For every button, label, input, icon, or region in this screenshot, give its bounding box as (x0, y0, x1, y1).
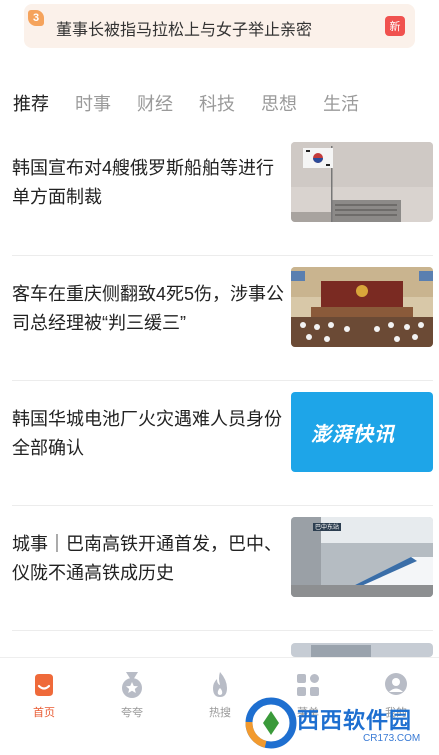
news-title[interactable]: 客车在重庆侧翻致4死5伤，涉事公司总经理被“判三缓三” (12, 280, 286, 338)
hot-rank-badge: 3 (28, 10, 44, 26)
news-title[interactable]: 韩国华城电池厂火灾遇难人员身份全部确认 (12, 405, 286, 463)
tab-technology[interactable]: 科技 (199, 92, 235, 118)
station-sign: 巴中东站 (315, 525, 340, 531)
medal-icon (117, 670, 147, 700)
divider (12, 630, 433, 631)
hot-search-banner[interactable]: 3 董事长被指马拉松上与女子举止亲密 新 (24, 4, 415, 48)
profile-icon (381, 670, 411, 700)
tab-recommend[interactable]: 推荐 (13, 92, 49, 118)
watermark-logo: 西西软件园 CR173.COM (245, 697, 435, 749)
tab-current-affairs[interactable]: 时事 (75, 92, 111, 118)
news-thumbnail-partial[interactable] (291, 643, 433, 657)
nav-label: 首页 (33, 707, 55, 719)
watermark-emblem-icon (245, 697, 297, 749)
news-thumbnail-flag-building[interactable] (291, 142, 433, 222)
thumbnail-logo-text: 澎湃快讯 (311, 424, 395, 446)
news-item[interactable]: 客车在重庆侧翻致4死5伤，涉事公司总经理被“判三缓三” (0, 267, 439, 393)
divider (12, 505, 433, 506)
nav-kuakua[interactable]: 夸夸 (102, 670, 162, 720)
new-badge: 新 (385, 16, 405, 36)
news-title[interactable]: 韩国宣布对4艘俄罗斯船舶等进行单方面制裁 (12, 154, 286, 212)
news-item[interactable]: 城事｜巴南高铁开通首发，巴中、仪陇不通高铁成历史 巴中东站 (0, 517, 439, 643)
category-tabs: 推荐 时事 财经 科技 思想 生活 (13, 92, 385, 118)
hot-search-title[interactable]: 董事长被指马拉松上与女子举止亲密 (56, 16, 312, 40)
news-thumbnail-courtroom[interactable] (291, 267, 433, 347)
nav-hot-search[interactable]: 热搜 (190, 670, 250, 720)
divider (12, 380, 433, 381)
menu-grid-icon (293, 670, 323, 700)
divider (12, 255, 433, 256)
tab-life[interactable]: 生活 (323, 92, 359, 118)
home-icon (29, 670, 59, 700)
nav-home[interactable]: 首页 (14, 670, 74, 720)
tab-finance[interactable]: 财经 (137, 92, 173, 118)
nav-label: 热搜 (209, 707, 231, 719)
nav-label: 夸夸 (121, 707, 143, 719)
watermark-text: 西西软件园 (297, 708, 413, 733)
tab-thought[interactable]: 思想 (261, 92, 297, 118)
news-title[interactable]: 城事｜巴南高铁开通首发，巴中、仪陇不通高铁成历史 (12, 530, 286, 588)
flame-icon (205, 670, 235, 700)
watermark-subtext: CR173.COM (363, 733, 421, 744)
news-item[interactable]: 韩国华城电池厂火灾遇难人员身份全部确认 澎湃快讯 (0, 392, 439, 518)
news-thumbnail-high-speed-train[interactable]: 巴中东站 (291, 517, 433, 597)
news-item[interactable]: 韩国宣布对4艘俄罗斯船舶等进行单方面制裁 (0, 142, 439, 268)
news-thumbnail-thepaper-flash[interactable]: 澎湃快讯 (291, 392, 433, 472)
